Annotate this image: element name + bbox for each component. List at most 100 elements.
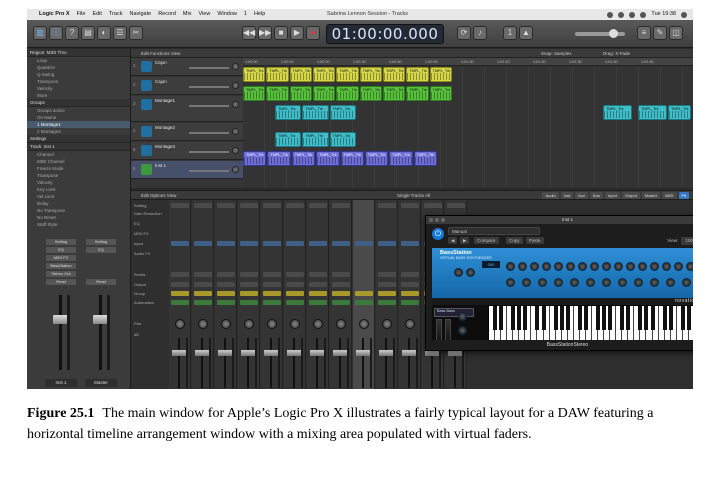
volume-fader[interactable] [287, 350, 301, 356]
close-icon[interactable] [429, 218, 433, 222]
synth-knob[interactable] [590, 262, 599, 271]
menu-track[interactable]: Track [109, 9, 123, 20]
synth-knob[interactable] [506, 262, 515, 271]
synth-knob[interactable] [522, 278, 531, 287]
strip-slot[interactable] [171, 203, 189, 208]
pan-knob[interactable] [359, 319, 369, 329]
dropbox-icon[interactable] [607, 11, 614, 18]
strip-slot[interactable] [401, 203, 419, 208]
tab-input[interactable]: Input [604, 192, 620, 199]
audio-region[interactable]: TMPL_Trk [336, 86, 359, 101]
black-key[interactable] [493, 306, 498, 330]
strip-slot[interactable] [355, 300, 373, 305]
synth-knob[interactable] [530, 262, 539, 271]
piano-keyboard[interactable] [488, 305, 693, 345]
track-row-staff-style[interactable]: Staff Style [27, 221, 130, 228]
strip-setting-slot[interactable]: Setting [46, 239, 76, 245]
synth-knob[interactable] [634, 278, 643, 287]
track-row-midi-channel[interactable]: MIDI Channel [27, 158, 130, 165]
black-key[interactable] [499, 306, 504, 330]
track-header[interactable]: 2 Cajon [131, 77, 243, 95]
synth-knob[interactable] [566, 262, 575, 271]
track-volume-slider[interactable] [189, 151, 229, 153]
tab-midi[interactable]: MIDI [662, 192, 677, 199]
strip-slot[interactable] [355, 272, 373, 277]
mixer-channel-strip[interactable] [261, 200, 283, 389]
black-key[interactable] [608, 306, 613, 330]
track-row-vel-limit[interactable]: Vel Limit [27, 193, 130, 200]
strip-slot[interactable] [194, 282, 212, 287]
black-key[interactable] [644, 306, 649, 330]
strip-slot[interactable] [240, 203, 258, 208]
black-key[interactable] [686, 306, 691, 330]
strip-slot[interactable] [217, 272, 235, 277]
synth-knob[interactable] [570, 278, 579, 287]
region-inspector-header[interactable]: Region: MIDI Thru [27, 49, 130, 57]
audio-region[interactable]: TMPL_Trk [316, 151, 340, 166]
audio-region[interactable]: TMPL_Trk [289, 67, 312, 82]
inspector-icon[interactable]: ⓘ [49, 26, 63, 40]
audio-region[interactable]: TMPL_Trk [329, 105, 356, 120]
copy-button[interactable]: Copy [506, 237, 523, 244]
pan-knob[interactable] [232, 128, 239, 135]
audio-region[interactable]: TMPL_Trk [383, 86, 406, 101]
pan-knob[interactable] [382, 319, 392, 329]
strip-slot[interactable] [194, 272, 212, 277]
wifi-icon[interactable] [618, 11, 625, 18]
synth-knob[interactable] [686, 262, 693, 271]
black-key[interactable] [511, 306, 516, 330]
menu-clock[interactable]: Tue 19:38 [651, 9, 676, 20]
region-row-quantize[interactable]: Quantize [27, 64, 130, 71]
pan-knob[interactable] [175, 319, 185, 329]
audio-region[interactable]: TMPL_Trk [243, 86, 266, 101]
strip-slot[interactable] [332, 241, 350, 246]
volume-fader[interactable] [241, 350, 255, 356]
mixer-channel-strip[interactable] [376, 200, 398, 389]
volume-fader[interactable] [195, 350, 209, 356]
strip-slot[interactable] [286, 241, 304, 246]
black-key[interactable] [541, 306, 546, 330]
strip-slot[interactable] [332, 300, 350, 305]
strip-slot[interactable] [217, 282, 235, 287]
pan-knob[interactable] [232, 166, 239, 173]
strip-slot[interactable] [240, 291, 258, 296]
synth-knob[interactable] [542, 262, 551, 271]
strip-slot[interactable] [309, 241, 327, 246]
synth-knob[interactable] [650, 262, 659, 271]
black-key[interactable] [650, 306, 655, 330]
black-key[interactable] [626, 306, 631, 330]
pan-knob[interactable] [221, 319, 231, 329]
track-volume-slider[interactable] [189, 105, 229, 107]
strip-slot[interactable] [378, 203, 396, 208]
minimize-icon[interactable] [435, 218, 439, 222]
pan-knob[interactable] [244, 319, 254, 329]
strip-slot[interactable] [355, 241, 373, 246]
region-row-more[interactable]: More [27, 92, 130, 99]
strip-slot[interactable] [378, 272, 396, 277]
track-header[interactable]: 3 Montage1 [131, 96, 243, 122]
black-key[interactable] [638, 306, 643, 330]
strip-slot[interactable] [378, 241, 396, 246]
menu-navigate[interactable]: Navigate [129, 9, 151, 20]
audio-region[interactable]: TMPL_Trk [638, 105, 667, 120]
black-key[interactable] [596, 306, 601, 330]
mixer-channel-strip[interactable] [353, 200, 375, 389]
track-row-freeze-mode[interactable]: Freeze Mode [27, 165, 130, 172]
play-button[interactable]: ▶ [290, 26, 304, 40]
mixer-channel-strip[interactable] [284, 200, 306, 389]
synth-knob[interactable] [454, 268, 463, 277]
strip-slot[interactable] [286, 203, 304, 208]
mixer-channel-strip[interactable] [399, 200, 421, 389]
region-row-loop[interactable]: Loop [27, 57, 130, 64]
menu-view[interactable]: View [198, 9, 210, 20]
strip-slot[interactable] [378, 291, 396, 296]
strip-slot[interactable] [240, 300, 258, 305]
audio-region[interactable]: TMPL_Trk [340, 151, 364, 166]
black-key[interactable] [535, 306, 540, 330]
track-name[interactable]: Montage1 [155, 98, 175, 103]
power-icon[interactable]: ⏻ [432, 228, 444, 240]
tab-inst[interactable]: Inst [560, 192, 574, 199]
synth-knob[interactable] [466, 268, 475, 277]
timeline-ruler[interactable]: 1:00:00 1:00:10 1:00:20 1:00:30 1:00:40 … [243, 58, 693, 66]
note-pads-icon[interactable]: ✎ [653, 26, 667, 40]
